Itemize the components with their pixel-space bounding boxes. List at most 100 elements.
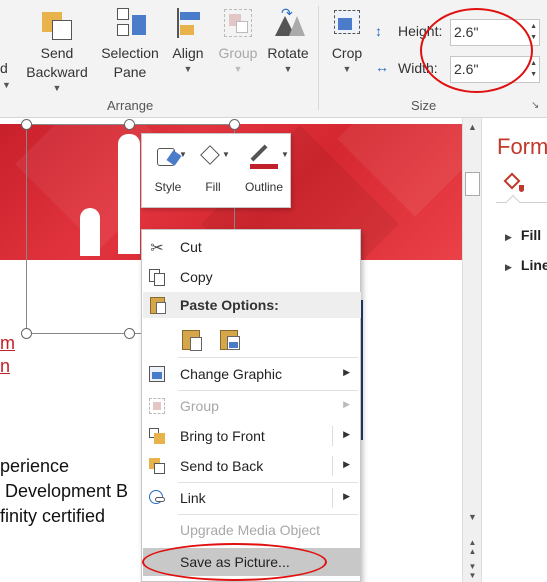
slide-link[interactable]: n xyxy=(0,356,10,377)
style-label: Style xyxy=(154,180,182,194)
context-menu: ✂ Cut Copy Paste Options: Change Graphic… xyxy=(141,229,361,582)
paint-bucket-icon: ▼ xyxy=(198,142,232,170)
selection-pane-icon xyxy=(113,6,147,40)
fill-button[interactable]: ▼ Fill xyxy=(198,142,230,194)
crop-icon xyxy=(330,6,364,40)
crop-label: Crop xyxy=(331,45,363,61)
expand-arrow-icon: ▶ xyxy=(505,262,512,272)
split-divider xyxy=(332,488,333,508)
slide-link[interactable]: m xyxy=(0,333,15,354)
pane-section-line[interactable]: ▶ Line xyxy=(505,257,547,273)
crop-button[interactable]: Crop ▼ xyxy=(326,6,368,74)
selection-pane-label-2: Pane xyxy=(113,64,147,80)
submenu-arrow-icon[interactable]: ▶ xyxy=(343,491,350,502)
format-pane-title: Form xyxy=(497,134,547,159)
outline-color-swatch xyxy=(250,164,278,169)
pane-section-fill[interactable]: ▶ Fill xyxy=(505,227,541,243)
menu-separator xyxy=(178,514,358,515)
style-button[interactable]: ▼ Style xyxy=(148,142,188,194)
arrange-group-label: Arrange xyxy=(107,98,154,113)
menu-item-cut[interactable]: ✂ Cut xyxy=(142,233,360,261)
fill-line-tab-icon[interactable] xyxy=(502,171,526,195)
resize-handle[interactable] xyxy=(229,119,240,130)
scroll-thumb[interactable] xyxy=(465,172,480,196)
send-backward-label-1: Send xyxy=(40,45,74,61)
change-graphic-icon xyxy=(148,365,166,383)
group-icon xyxy=(221,6,255,40)
resize-handle[interactable] xyxy=(21,328,32,339)
resize-handle[interactable] xyxy=(124,328,135,339)
send-backward-button[interactable]: Send Backward ▼ xyxy=(22,6,92,93)
next-slide-icon[interactable]: ▼ ▼ xyxy=(463,562,482,580)
menu-separator xyxy=(178,390,358,391)
group-label: Group xyxy=(218,45,258,61)
menu-item-link[interactable]: Link ▶ xyxy=(142,484,360,512)
selection-pane-button[interactable]: Selection Pane xyxy=(96,6,164,82)
rotate-label: Rotate xyxy=(267,45,309,61)
scroll-down-icon[interactable]: ▼ xyxy=(463,512,482,522)
menu-item-copy[interactable]: Copy xyxy=(142,263,360,291)
menu-separator xyxy=(178,357,358,358)
align-label: Align xyxy=(172,45,204,61)
pane-divider xyxy=(496,202,547,203)
expand-arrow-icon: ▶ xyxy=(505,232,512,242)
vertical-scrollbar[interactable]: ▲ ▼ ▲ ▲ ▼ ▼ xyxy=(462,118,482,582)
send-backward-label-2: Backward xyxy=(26,64,88,80)
resize-handle[interactable] xyxy=(124,119,135,130)
previous-slide-icon[interactable]: ▲ ▲ xyxy=(463,538,482,556)
annotation-circle xyxy=(142,543,327,581)
copy-icon xyxy=(148,268,166,286)
split-divider xyxy=(332,426,333,446)
split-divider xyxy=(332,456,333,476)
slide-text-line: Development B xyxy=(0,481,129,501)
submenu-arrow-icon: ▶ xyxy=(343,367,350,377)
size-group-label: Size xyxy=(411,98,437,113)
send-backward-icon xyxy=(40,6,74,40)
chevron-down-icon: ▼ xyxy=(342,64,352,74)
menu-item-change-graphic[interactable]: Change Graphic ▶ xyxy=(142,360,360,388)
selection-pane-label-1: Selection xyxy=(101,45,159,61)
paste-as-picture-icon[interactable] xyxy=(218,327,242,353)
fill-label: Fill xyxy=(205,180,221,194)
group-icon xyxy=(148,397,166,415)
width-icon: ↔ xyxy=(375,59,389,75)
submenu-arrow-icon[interactable]: ▶ xyxy=(343,459,350,470)
align-icon xyxy=(171,6,205,40)
ribbon-partial-label: d xyxy=(0,60,8,76)
slide-text-line: finity certified xyxy=(0,506,106,526)
clipboard-icon xyxy=(149,295,167,315)
chevron-down-icon: ▼ xyxy=(233,64,243,74)
outline-button[interactable]: ▼ Outline xyxy=(240,142,289,194)
rotate-icon: ↷ xyxy=(271,5,305,40)
menu-item-bring-to-front[interactable]: Bring to Front ▶ xyxy=(142,422,360,450)
chevron-down-icon: ▼ xyxy=(2,80,11,90)
align-button[interactable]: Align ▼ xyxy=(166,6,210,74)
resize-handle[interactable] xyxy=(21,119,32,130)
menu-item-upgrade-media-object[interactable]: Upgrade Media Object xyxy=(142,516,360,544)
submenu-arrow-icon: ▶ xyxy=(343,399,350,409)
shape-style-icon: ▼ xyxy=(151,142,187,170)
menu-item-group[interactable]: Group ▶ xyxy=(142,392,360,420)
group-button[interactable]: Group ▼ xyxy=(214,6,262,74)
menu-item-send-to-back[interactable]: Send to Back ▶ xyxy=(142,452,360,480)
paste-options-header: Paste Options: xyxy=(143,292,361,318)
paste-keep-formatting-icon[interactable] xyxy=(180,327,204,353)
link-icon xyxy=(148,489,166,507)
dialog-launcher-icon[interactable]: ↘ xyxy=(531,100,539,111)
ribbon-divider xyxy=(318,6,319,110)
chevron-down-icon: ▼ xyxy=(52,83,62,93)
annotation-circle xyxy=(420,8,533,93)
bring-to-front-icon xyxy=(148,427,166,445)
slide-text-line: perience xyxy=(0,456,70,476)
chevron-down-icon: ▼ xyxy=(283,64,293,74)
outline-label: Outline xyxy=(244,180,284,194)
chevron-down-icon: ▼ xyxy=(183,64,193,74)
rotate-button[interactable]: ↷ Rotate ▼ xyxy=(264,5,312,74)
mini-toolbar: ▼ Style ▼ Fill ▼ Outline xyxy=(141,133,291,208)
submenu-arrow-icon[interactable]: ▶ xyxy=(343,429,350,440)
height-icon: ↕ xyxy=(375,23,382,39)
scissors-icon: ✂ xyxy=(150,240,164,257)
scroll-up-icon[interactable]: ▲ xyxy=(463,122,482,132)
menu-separator xyxy=(178,482,358,483)
pen-outline-icon: ▼ xyxy=(247,142,289,170)
